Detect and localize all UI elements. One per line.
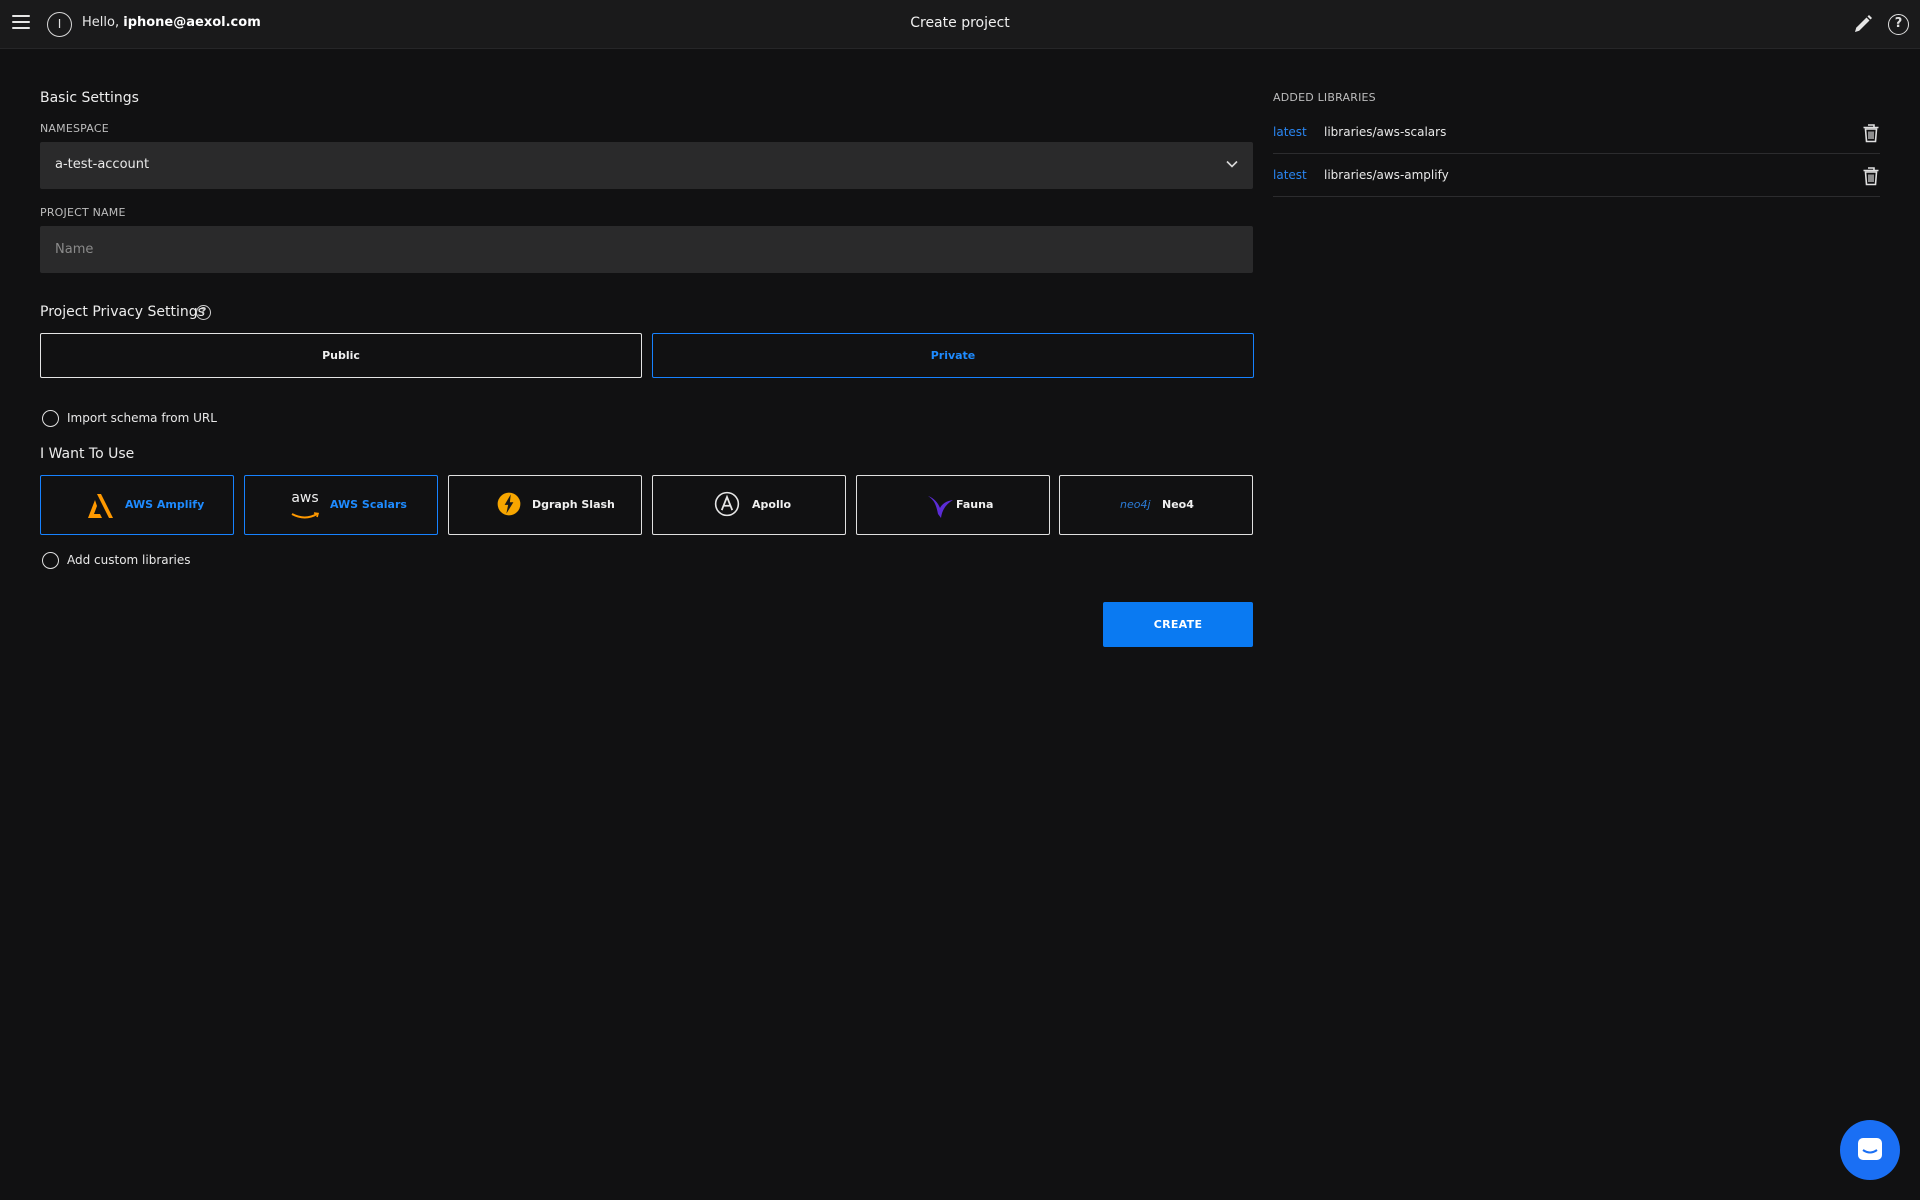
aws-icon: aws xyxy=(289,491,321,519)
library-card-dgraph-slash[interactable]: Dgraph Slash xyxy=(448,475,642,535)
private-option-button[interactable]: Private xyxy=(652,333,1254,378)
privacy-settings-heading: Project Privacy Settings xyxy=(40,304,205,320)
want-to-use-heading: I Want To Use xyxy=(40,446,135,462)
dgraph-icon xyxy=(497,492,521,516)
library-card-fauna[interactable]: Fauna xyxy=(856,475,1050,535)
library-name: Dgraph Slash xyxy=(532,498,615,511)
namespace-label: NAMESPACE xyxy=(40,122,109,135)
library-card-neo4[interactable]: neo4j Neo4 xyxy=(1059,475,1253,535)
custom-libraries-radio[interactable] xyxy=(42,552,59,569)
trash-icon[interactable] xyxy=(1862,166,1880,186)
library-card-apollo[interactable]: Apollo xyxy=(652,475,846,535)
namespace-select[interactable]: a-test-account xyxy=(40,142,1253,189)
basic-settings-heading: Basic Settings xyxy=(40,90,139,106)
library-name: AWS Scalars xyxy=(330,498,407,511)
chat-icon xyxy=(1858,1138,1882,1160)
library-card-aws-amplify[interactable]: AWS Amplify xyxy=(40,475,234,535)
chevron-down-icon xyxy=(1226,160,1238,168)
library-name: Fauna xyxy=(956,498,994,511)
page-title: Create project xyxy=(910,15,1010,31)
public-option-button[interactable]: Public xyxy=(40,333,642,378)
library-path: libraries/aws-scalars xyxy=(1324,125,1447,139)
import-schema-label: Import schema from URL xyxy=(67,411,217,425)
library-version-link[interactable]: latest xyxy=(1273,168,1307,182)
library-version-link[interactable]: latest xyxy=(1273,125,1307,139)
library-name: AWS Amplify xyxy=(125,498,205,511)
project-name-input[interactable] xyxy=(40,226,1253,273)
import-schema-radio[interactable] xyxy=(42,410,59,427)
custom-libraries-label: Add custom libraries xyxy=(67,553,191,567)
fauna-icon xyxy=(928,496,953,518)
help-icon[interactable]: ? xyxy=(196,305,211,320)
help-icon[interactable]: ? xyxy=(1888,14,1909,35)
aws-amplify-icon xyxy=(88,494,113,518)
library-path: libraries/aws-amplify xyxy=(1324,168,1449,182)
pencil-icon[interactable] xyxy=(1852,14,1873,35)
apollo-icon xyxy=(714,491,740,517)
added-library-row: latest libraries/aws-amplify xyxy=(1273,154,1880,197)
top-bar: I Hello, iphone@aexol.com Create project… xyxy=(0,0,1920,49)
library-card-aws-scalars[interactable]: aws AWS Scalars xyxy=(244,475,438,535)
neo4j-icon: neo4j xyxy=(1120,498,1151,511)
aws-logo-text: aws xyxy=(291,490,319,506)
chat-launcher-button[interactable] xyxy=(1840,1120,1900,1180)
namespace-value: a-test-account xyxy=(55,157,150,172)
library-name: Neo4 xyxy=(1162,498,1194,511)
added-libraries-title: ADDED LIBRARIES xyxy=(1273,91,1376,104)
project-name-label: PROJECT NAME xyxy=(40,206,126,219)
added-library-row: latest libraries/aws-scalars xyxy=(1273,111,1880,154)
library-name: Apollo xyxy=(752,498,792,511)
create-button[interactable]: CREATE xyxy=(1103,602,1253,647)
trash-icon[interactable] xyxy=(1862,123,1880,143)
